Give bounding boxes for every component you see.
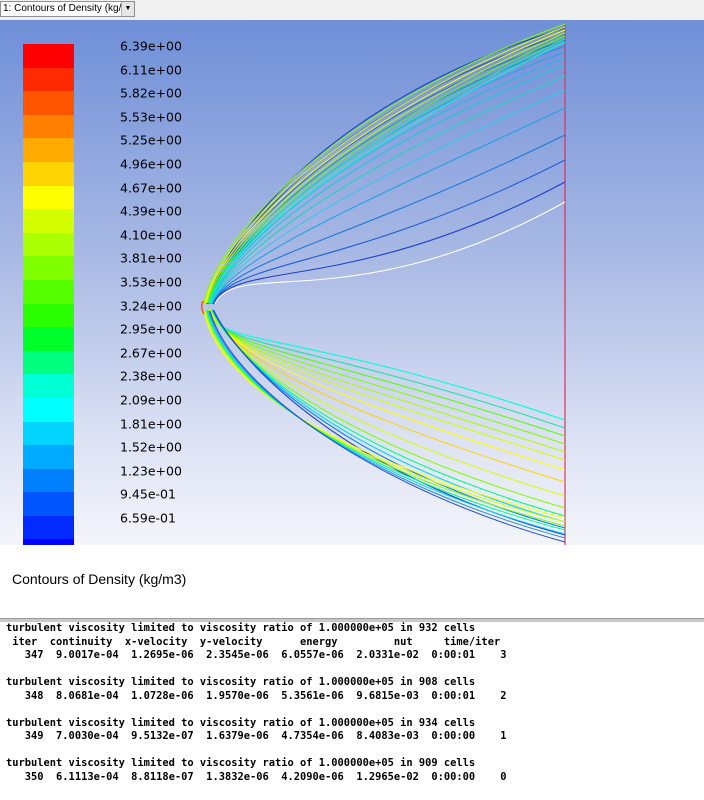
upper-contour-line xyxy=(213,181,566,305)
lower-contour-line xyxy=(211,309,566,517)
upper-contour-line xyxy=(209,57,566,305)
upper-shock-contour xyxy=(209,41,566,304)
density-contour-plot xyxy=(200,23,566,545)
graphics-viewport[interactable]: 6.39e+00 6.11e+00 5.82e+00 5.53e+00 5.25e+00… xyxy=(0,20,704,545)
upper-contour-line xyxy=(213,159,566,305)
lower-shock-contour xyxy=(207,310,566,535)
lower-contour-line xyxy=(208,309,566,461)
upper-contour-line xyxy=(211,107,566,305)
upper-contour-line xyxy=(208,51,566,305)
console-panel[interactable]: turbulent viscosity limited to viscosity… xyxy=(0,622,704,800)
upper-contour-line xyxy=(210,64,566,305)
graphics-toolbar: 1: Contours of Density (kg/m ▼ xyxy=(0,0,704,21)
lower-shock-contour xyxy=(203,310,566,519)
graphics-window-select[interactable]: 1: Contours of Density (kg/m ▼ xyxy=(0,1,135,17)
stagnation-contour xyxy=(200,300,205,315)
upper-contour-line xyxy=(207,33,566,305)
lower-contour-line xyxy=(206,309,566,421)
plot-caption: Contours of Density (kg/m3) xyxy=(12,571,187,587)
graphics-window-select-value: 1: Contours of Density (kg/m xyxy=(3,3,130,14)
upper-shock-contour xyxy=(208,38,566,304)
upper-shock-contour xyxy=(207,35,566,304)
console-output: turbulent viscosity limited to viscosity… xyxy=(6,622,507,783)
upper-shock-contour xyxy=(205,29,566,304)
lower-contour-line xyxy=(211,309,566,523)
upper-shock-contour xyxy=(204,26,566,304)
chevron-down-icon[interactable]: ▼ xyxy=(121,2,134,16)
lower-contour-line xyxy=(207,309,566,445)
lower-shock-contour xyxy=(204,310,566,523)
